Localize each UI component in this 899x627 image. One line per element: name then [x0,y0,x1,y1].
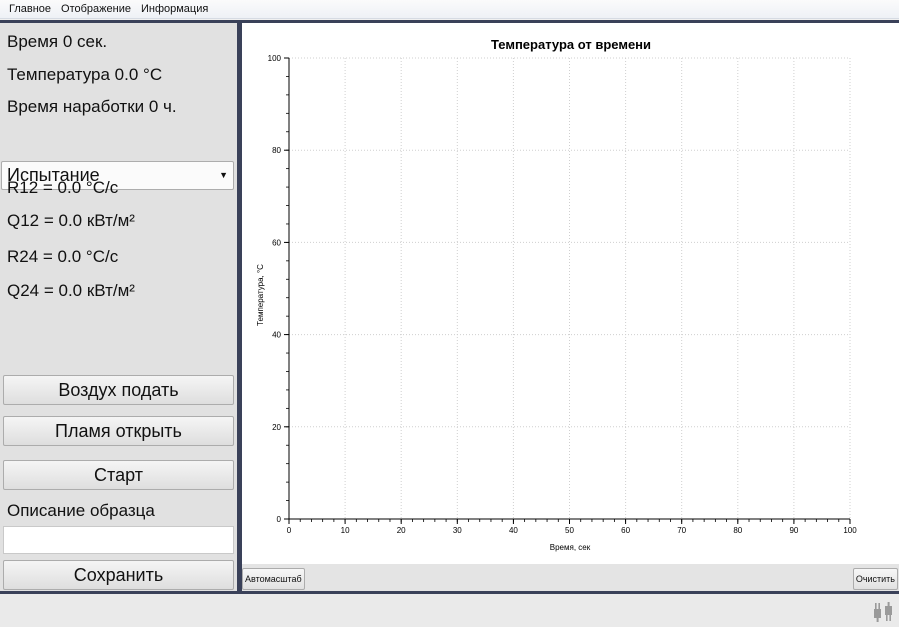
y-tick-label: 0 [277,515,282,524]
chart-toolbar [242,564,899,591]
x-tick-label: 40 [509,526,518,535]
x-tick-label: 0 [287,526,292,535]
menu-view[interactable]: Отображение [56,0,136,18]
temperature-chart: 0 10 20 30 40 50 60 70 80 90 100 0 20 40 60 80 100 Темпе… [256,37,858,552]
chart-axes: 0 10 20 30 40 50 60 70 80 90 100 0 20 40 60 80 100 [268,54,858,535]
r12-readout: R12 = 0.0 °C/c [7,178,119,197]
description-label: Описание образца [7,501,155,520]
x-tick-label: 70 [677,526,686,535]
control-panel: Время 0 сек. Температура 0.0 °C Время на… [0,23,237,591]
plug-icon [874,602,892,622]
air-supply-button[interactable]: Воздух подать [3,375,234,405]
description-input[interactable] [3,526,234,554]
chart-panel: 0 10 20 30 40 50 60 70 80 90 100 0 20 40 60 80 100 Темпе… [242,23,899,591]
time-readout: Время 0 сек. [7,32,108,51]
q12-readout: Q12 = 0.0 кВт/м² [7,211,135,230]
status-bar [0,594,899,627]
r24-readout: R24 = 0.0 °C/c [7,247,119,266]
y-tick-label: 40 [272,331,281,340]
x-tick-label: 90 [789,526,798,535]
chart-grid [288,57,851,520]
save-button[interactable]: Сохранить [3,560,234,590]
x-tick-label: 30 [453,526,462,535]
runtime-readout: Время наработки 0 ч. [7,97,177,116]
menu-bar: Главное Отображение Информация [0,0,899,19]
clear-button[interactable]: Очистить [852,568,898,590]
x-tick-label: 50 [565,526,574,535]
x-tick-label: 60 [621,526,630,535]
temperature-readout: Температура 0.0 °C [7,65,163,84]
menu-main[interactable]: Главное [4,0,56,18]
flame-open-button[interactable]: Пламя открыть [3,416,234,446]
y-tick-label: 100 [268,54,282,63]
x-axis-label: Время, сек [550,543,591,552]
autoscale-button[interactable]: Автомасштаб [242,568,305,590]
y-tick-label: 20 [272,423,281,432]
x-tick-label: 100 [843,526,857,535]
x-tick-label: 20 [397,526,406,535]
x-tick-label: 80 [733,526,742,535]
menu-info[interactable]: Информация [136,0,213,18]
chart-title: Температура от времени [491,37,651,52]
q24-readout: Q24 = 0.0 кВт/м² [7,281,135,300]
chevron-down-icon: ▼ [219,170,228,180]
y-tick-label: 80 [272,146,281,155]
start-button[interactable]: Старт [3,460,234,490]
y-tick-label: 60 [272,238,281,247]
x-tick-label: 10 [341,526,350,535]
y-axis-label: Температура, °C [256,264,265,326]
